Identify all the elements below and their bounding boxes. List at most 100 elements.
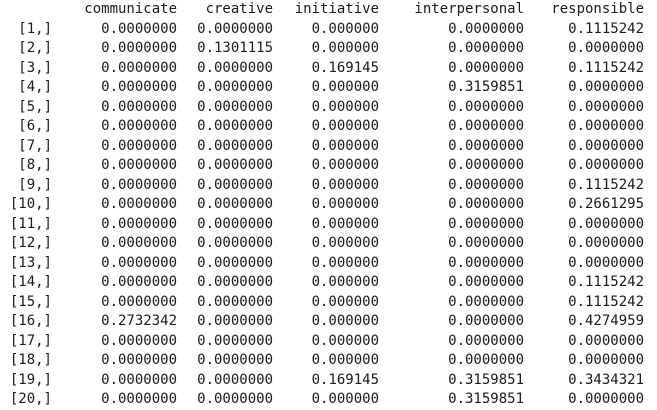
table-cell: 0.0000000 [101, 235, 177, 251]
table-cell: 0.1115242 [568, 20, 644, 37]
table-cell: 0.000000 [311, 293, 379, 310]
table-cell: 0.0000000 [568, 215, 644, 232]
table-cell: 0.000000 [311, 137, 379, 154]
row-label: [8,] [18, 157, 52, 173]
table-cell: 0.0000000 [448, 313, 524, 329]
table-row: [1,] 0.0000000 0.0000000 0.000000 0.0000000 0… [0, 20, 647, 40]
matrix-body: [1,] 0.0000000 0.0000000 0.000000 0.0000000 0… [0, 20, 647, 410]
gutter [644, 215, 647, 235]
table-cell: 0.0000000 [568, 235, 644, 251]
row-label: [16,] [9, 313, 52, 329]
corner-cell [0, 0, 52, 20]
table-cell: 0.0000000 [197, 332, 273, 349]
row-label: [19,] [9, 371, 52, 388]
table-cell: 0.000000 [311, 352, 379, 368]
table-cell: 0.0000000 [448, 59, 524, 76]
table-cell: 0.3159851 [448, 371, 524, 388]
gutter [644, 98, 647, 118]
table-cell: 0.0000000 [448, 157, 524, 173]
row-label: [5,] [18, 98, 52, 115]
table-cell: 0.0000000 [568, 40, 644, 56]
table-cell: 0.000000 [311, 176, 379, 193]
table-cell: 0.0000000 [448, 352, 524, 368]
row-label: [14,] [9, 274, 52, 290]
table-cell: 0.0000000 [448, 118, 524, 134]
column-header: creative [205, 1, 273, 17]
gutter [644, 117, 647, 137]
table-cell: 0.0000000 [197, 196, 273, 212]
table-row: [5,] 0.0000000 0.0000000 0.000000 0.0000000 0… [0, 98, 647, 118]
table-cell: 0.0000000 [101, 40, 177, 56]
table-row: [8,] 0.0000000 0.0000000 0.000000 0.0000000 0… [0, 156, 647, 176]
table-row: [13,] 0.0000000 0.0000000 0.000000 0.0000000… [0, 254, 647, 274]
table-cell: 0.000000 [311, 391, 379, 407]
table-cell: 0.169145 [311, 59, 379, 76]
gutter [644, 137, 647, 157]
column-header: initiative [294, 1, 379, 17]
table-cell: 0.0000000 [101, 59, 177, 76]
table-cell: 0.0000000 [197, 274, 273, 290]
table-cell: 0.0000000 [448, 137, 524, 154]
r-console-output: communicate creative initiative interper… [0, 0, 657, 407]
table-row: [20,] 0.0000000 0.0000000 0.000000 0.3159851… [0, 390, 647, 410]
table-row: [4,] 0.0000000 0.0000000 0.000000 0.3159851 0… [0, 78, 647, 98]
table-cell: 0.0000000 [448, 274, 524, 290]
table-cell: 0.0000000 [197, 313, 273, 329]
table-cell: 0.1301115 [197, 40, 273, 56]
table-cell: 0.000000 [311, 98, 379, 115]
table-cell: 0.0000000 [568, 332, 644, 349]
gutter [644, 156, 647, 176]
table-cell: 0.0000000 [101, 98, 177, 115]
column-header: responsible [551, 1, 644, 17]
table-cell: 0.0000000 [197, 215, 273, 232]
table-cell: 0.1115242 [568, 274, 644, 290]
matrix-table: communicate creative initiative interper… [0, 0, 647, 410]
gutter [644, 59, 647, 79]
table-cell: 0.0000000 [101, 254, 177, 271]
table-cell: 0.0000000 [101, 293, 177, 310]
row-label: [3,] [18, 59, 52, 76]
row-label: [13,] [9, 254, 52, 271]
table-cell: 0.0000000 [568, 137, 644, 154]
table-cell: 0.000000 [311, 196, 379, 212]
table-cell: 0.0000000 [448, 215, 524, 232]
gutter [644, 293, 647, 313]
table-cell: 0.4274959 [568, 313, 644, 329]
gutter [644, 234, 647, 254]
table-cell: 0.0000000 [197, 293, 273, 310]
table-cell: 0.0000000 [101, 118, 177, 134]
row-label: [12,] [9, 235, 52, 251]
table-cell: 0.0000000 [101, 196, 177, 212]
table-cell: 0.000000 [311, 157, 379, 173]
table-cell: 0.0000000 [197, 137, 273, 154]
table-cell: 0.1115242 [568, 176, 644, 193]
table-cell: 0.000000 [311, 274, 379, 290]
gutter [644, 371, 647, 391]
table-row: [7,] 0.0000000 0.0000000 0.000000 0.0000000 0… [0, 137, 647, 157]
gutter [644, 351, 647, 371]
table-cell: 0.0000000 [448, 20, 524, 37]
row-label: [20,] [9, 391, 52, 407]
table-cell: 0.0000000 [101, 352, 177, 368]
table-cell: 0.1115242 [568, 293, 644, 310]
table-cell: 0.0000000 [101, 137, 177, 154]
gutter [644, 273, 647, 293]
table-cell: 0.000000 [311, 79, 379, 95]
gutter [644, 195, 647, 215]
table-cell: 0.0000000 [197, 157, 273, 173]
table-cell: 0.0000000 [568, 391, 644, 407]
row-label: [9,] [18, 176, 52, 193]
table-row: [16,] 0.2732342 0.0000000 0.000000 0.0000000… [0, 312, 647, 332]
table-cell: 0.0000000 [197, 176, 273, 193]
gutter [644, 78, 647, 98]
table-row: [17,] 0.0000000 0.0000000 0.000000 0.0000000… [0, 332, 647, 352]
table-cell: 0.0000000 [197, 59, 273, 76]
table-cell: 0.0000000 [448, 332, 524, 349]
table-cell: 0.000000 [311, 332, 379, 349]
table-cell: 0.000000 [311, 254, 379, 271]
table-cell: 0.0000000 [197, 79, 273, 95]
table-cell: 0.0000000 [197, 118, 273, 134]
table-cell: 0.0000000 [101, 79, 177, 95]
gutter [644, 20, 647, 40]
gutter [644, 0, 647, 20]
